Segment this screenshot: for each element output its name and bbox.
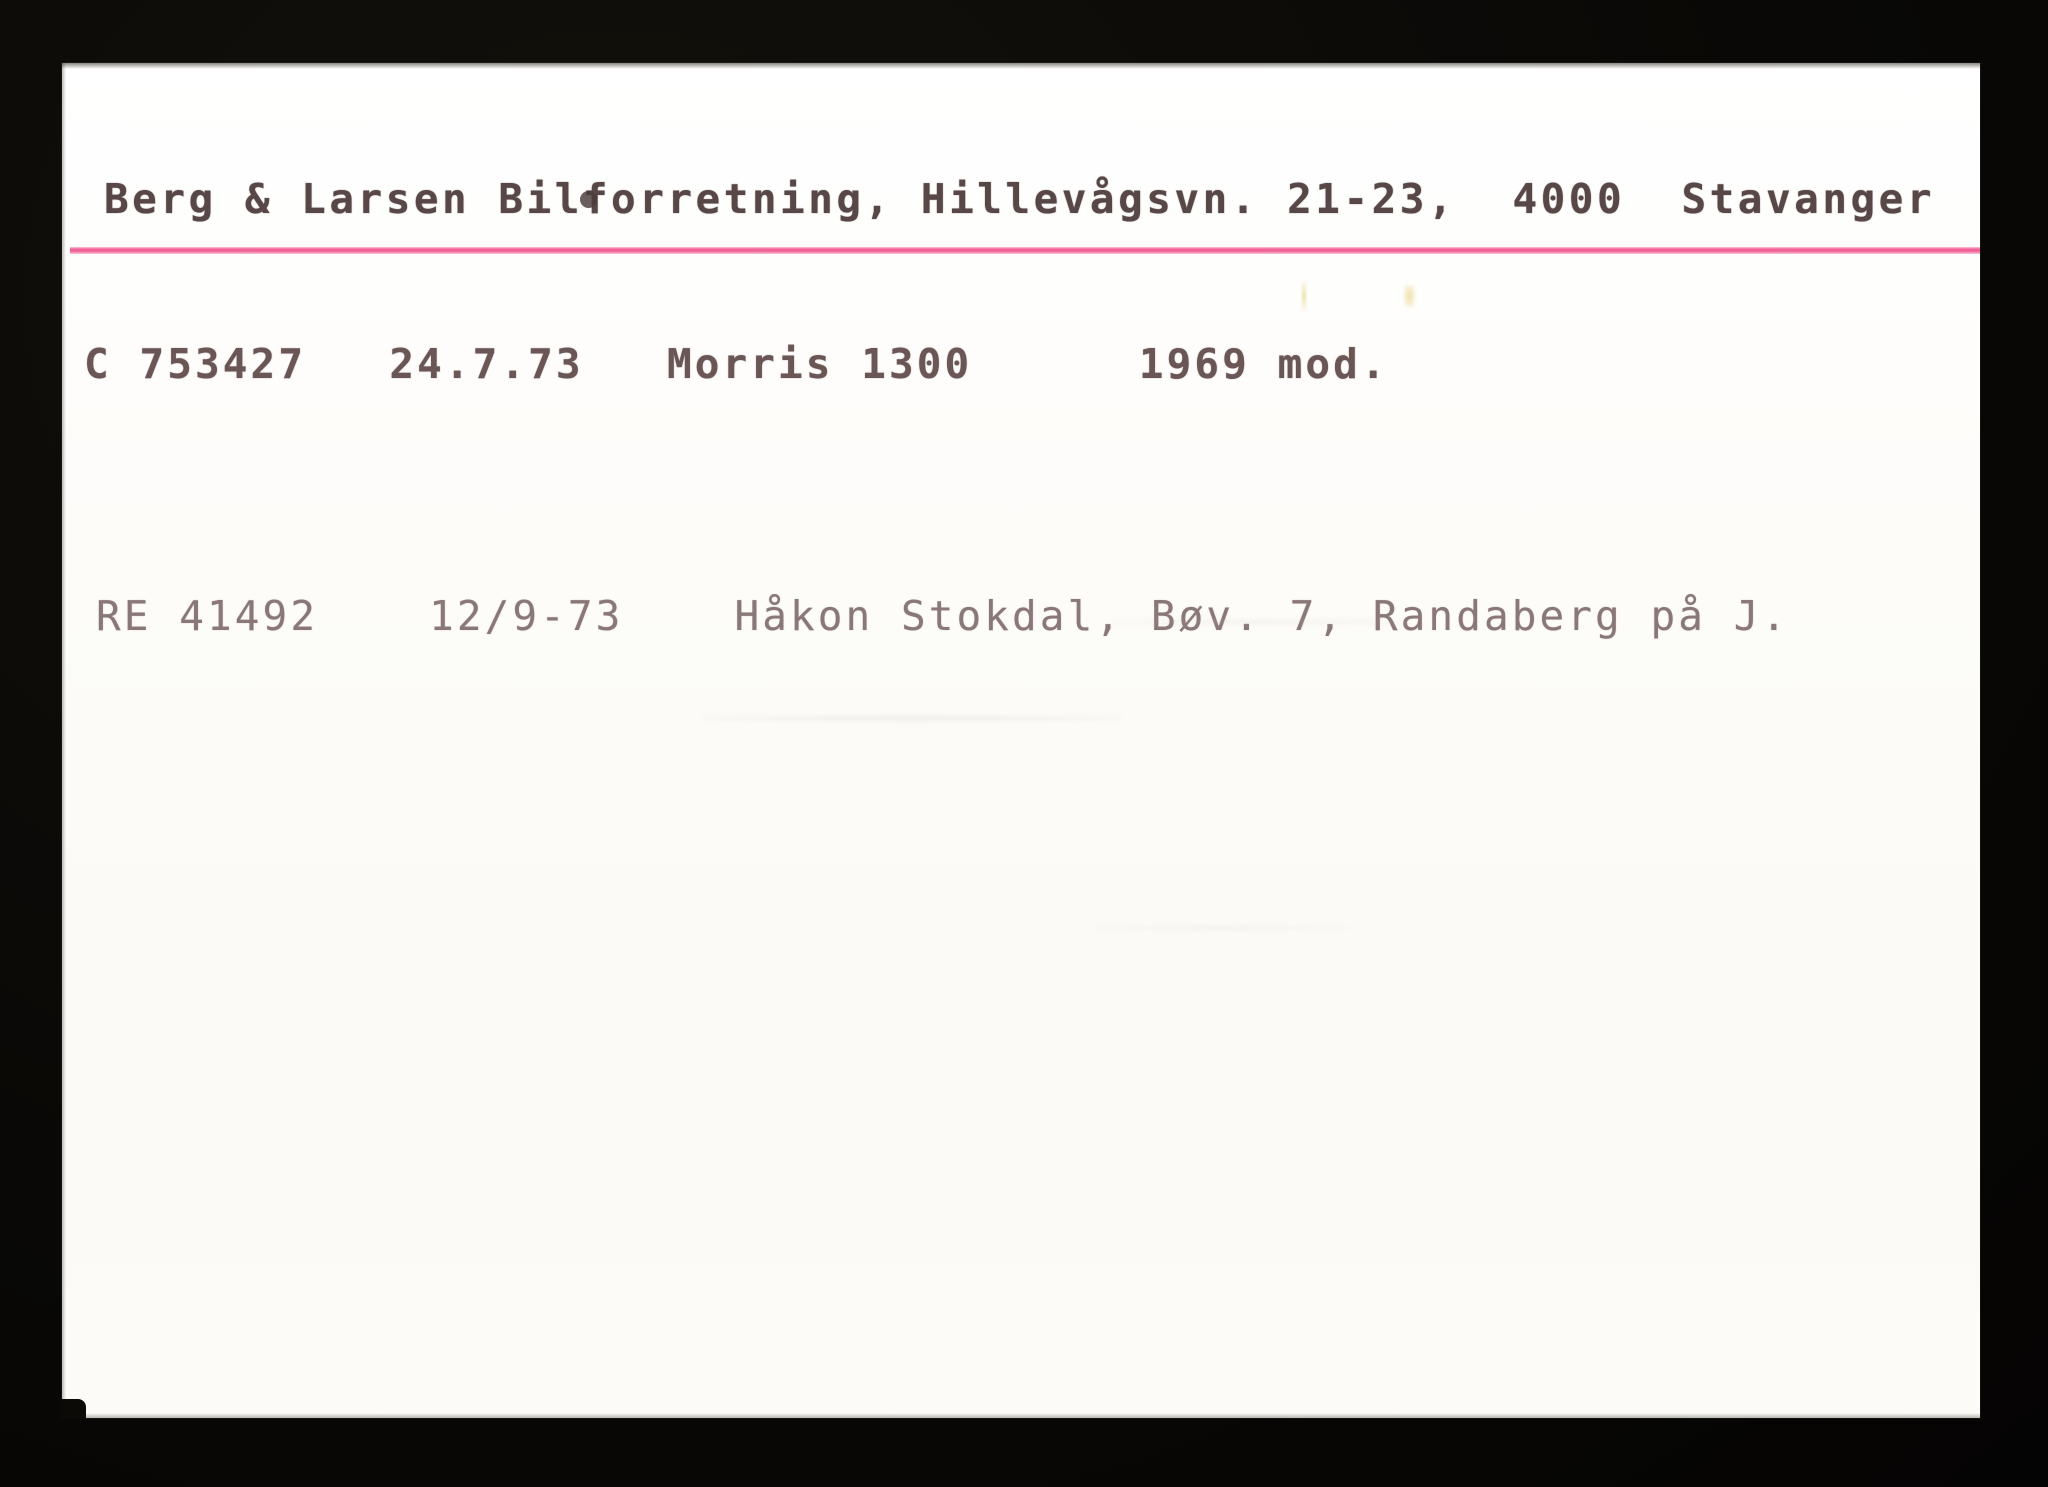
pink-horizontal-rule (70, 247, 1980, 254)
card-left-edge-shadow (62, 63, 66, 1418)
record-row-vehicle: C 753427 24.7.73 Morris 1300 1969 mod. (84, 340, 1389, 388)
paper-smudge-artifact (702, 715, 1122, 722)
card-top-edge-shadow (62, 63, 1980, 69)
paper-smudge-artifact (1090, 925, 1350, 931)
card-bottom-edge-shadow (62, 1413, 1980, 1418)
index-card: Berg & Larsen Bilforretning, Hillevågsvn… (60, 63, 1980, 1419)
scanner-speck-artifact (1404, 285, 1415, 307)
paper-tone-overlay (62, 63, 1980, 1418)
card-header-business-line: Berg & Larsen Bilforretning, Hillevågsvn… (104, 175, 1935, 223)
scanned-document-page: Berg & Larsen Bilforretning, Hillevågsvn… (0, 0, 2048, 1487)
record-row-owner: RE 41492 12/9-73 Håkon Stokdal, Bøv. 7, … (96, 592, 1790, 640)
card-corner-notch (60, 1399, 86, 1419)
scanner-speck-artifact (1302, 279, 1306, 313)
